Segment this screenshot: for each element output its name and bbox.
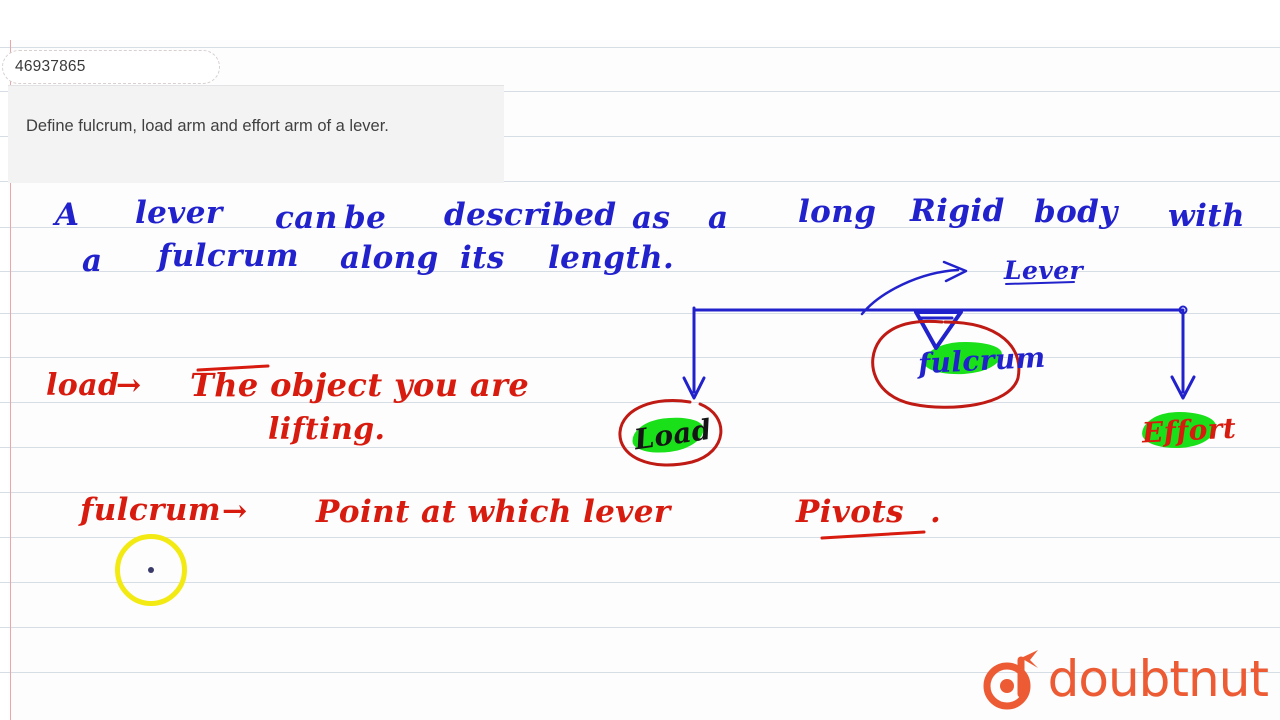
hw-load-text-line1: The object you are xyxy=(190,366,530,404)
screenshot-root: 46937865 Define fulcrum, load arm and ef… xyxy=(0,0,1280,720)
hw-word-its: its xyxy=(460,240,505,276)
doubtnut-logo-icon xyxy=(980,648,1042,710)
hw-arrow-load: → xyxy=(116,368,142,403)
hw-word-along: along xyxy=(340,240,439,276)
doubtnut-logo: doubtnut xyxy=(980,648,1269,710)
cursor-point xyxy=(148,567,154,573)
hw-word-with: with xyxy=(1168,198,1245,234)
question-panel: Define fulcrum, load arm and effort arm … xyxy=(8,85,504,183)
hw-word-can: can xyxy=(275,200,338,236)
question-text: Define fulcrum, load arm and effort arm … xyxy=(26,117,389,135)
hw-word-be: be xyxy=(344,200,387,236)
hw-word-rigid: Rigid xyxy=(910,193,1005,229)
hw-word-lever: lever xyxy=(135,195,223,231)
question-id-text: 46937865 xyxy=(15,58,86,75)
hw-word-a-3: a xyxy=(82,243,103,279)
diagram-label-lever: Lever xyxy=(1004,256,1084,285)
hw-fulcrum-period: . xyxy=(930,494,942,530)
rule-line xyxy=(0,47,1280,48)
rule-line xyxy=(0,627,1280,628)
rule-line xyxy=(0,582,1280,583)
hw-term-load: load xyxy=(46,368,120,403)
hw-term-fulcrum: fulcrum xyxy=(80,492,221,528)
diagram-label-effort: Effort xyxy=(1141,411,1238,450)
rule-line xyxy=(0,357,1280,358)
hw-word-as: as xyxy=(632,200,671,236)
hw-fulcrum-text: Point at which lever xyxy=(316,494,671,530)
hw-fulcrum-emphasis: Pivots xyxy=(796,494,904,530)
hw-load-text-line2: lifting. xyxy=(268,412,386,447)
hw-word-fulcrum: fulcrum xyxy=(158,238,299,274)
hw-word-body: body xyxy=(1034,194,1118,230)
question-id-badge[interactable]: 46937865 xyxy=(2,50,220,84)
hw-word-length: length. xyxy=(548,240,675,276)
doubtnut-logo-text: doubtnut xyxy=(1047,650,1269,708)
paper-left-edge xyxy=(0,40,8,720)
diagram-label-fulcrum: fulcrum xyxy=(917,340,1047,381)
hw-word-a-2: a xyxy=(708,200,729,236)
hw-arrow-fulcrum: → xyxy=(222,494,248,529)
hw-word-described: described xyxy=(444,197,617,233)
rule-line xyxy=(0,537,1280,538)
rule-line xyxy=(0,313,1280,314)
hw-word-long: long xyxy=(798,194,877,230)
hw-word-a-1: A xyxy=(55,197,80,233)
